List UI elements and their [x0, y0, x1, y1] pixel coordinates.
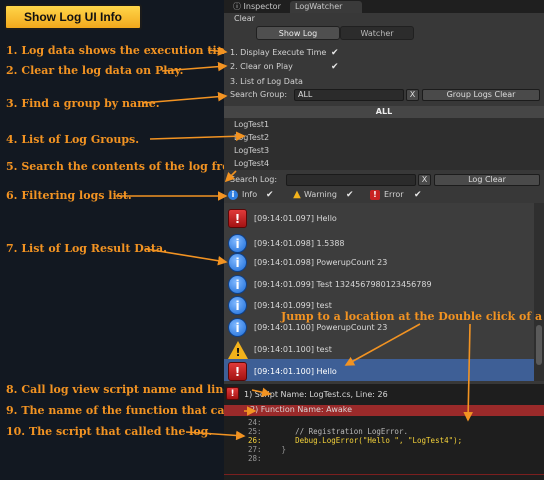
info-filter-checkbox[interactable]: ✔ [266, 191, 275, 200]
annotation-10: 10. The script that called the log. [6, 425, 213, 438]
log-filter-bar: i Info ✔ ▲ Warning ✔ ! Error ✔ [224, 189, 544, 202]
warning-icon: ! [228, 341, 248, 359]
error-icon: ! [226, 387, 239, 400]
code-line-source: } [268, 445, 287, 454]
option-list-of-log-data: 3. List of Log Data [230, 76, 303, 88]
error-icon: ! [228, 209, 247, 228]
info-icon: i [228, 296, 247, 315]
clear-on-play-checkbox[interactable]: ✔ [331, 63, 340, 72]
option-clear-on-play: 2. Clear on Play [230, 61, 293, 73]
search-group-clear-x[interactable]: X [406, 89, 419, 101]
annotation-4: 4. List of Log Groups. [6, 133, 140, 146]
code-line-number: 25: [248, 427, 262, 436]
group-item[interactable]: LogTest4 [234, 158, 269, 170]
tab-inspector[interactable]: ⓘ Inspector [228, 1, 286, 13]
log-result-list: ! [09:14:01.097] Hello i [09:14:01.098] … [224, 203, 544, 381]
annotation-3: 3. Find a group by name. [6, 97, 160, 110]
search-group-input[interactable]: ALL [294, 89, 404, 101]
code-line-source: // Registration LogError. [268, 427, 408, 436]
list-of-log-data-label: 3. List of Log Data [230, 77, 303, 86]
group-item[interactable]: LogTest3 [234, 145, 269, 157]
info-filter-icon: i [228, 190, 238, 200]
code-line-number: 28: [248, 454, 262, 463]
tab-inspector-label: Inspector [243, 2, 281, 11]
mode-toggle: Show Log Watcher [224, 26, 544, 42]
log-row-selected[interactable]: ! [09:14:01.100] Hello [224, 359, 534, 381]
info-icon: i [228, 318, 247, 337]
info-icon: i [228, 253, 247, 272]
code-line-number: 24: [248, 418, 262, 427]
search-log-clear-x[interactable]: X [418, 174, 431, 186]
display-execute-time-checkbox[interactable]: ✔ [331, 49, 340, 58]
log-watcher-window: ⓘ Inspector LogWatcher Clear Show Log Wa… [224, 0, 544, 480]
annotation-1: 1. Log data shows the execution time. [6, 44, 240, 57]
search-log-input[interactable] [286, 174, 416, 186]
show-log-button[interactable]: Show Log [256, 26, 340, 40]
log-list-scrollbar[interactable] [534, 203, 544, 381]
annotation-6: 6. Filtering logs list. [6, 189, 132, 202]
group-item[interactable]: LogTest1 [234, 119, 269, 131]
error-filter-icon: ! [370, 190, 380, 200]
search-log-label: Search Log: [230, 175, 278, 184]
display-execute-time-label: 1. Display Execute Time [230, 48, 327, 57]
screenshot-stage: Show Log UI Info 1. Log data shows the e… [0, 0, 544, 480]
badge-title: Show Log UI Info [24, 10, 122, 24]
error-icon: ! [228, 362, 247, 381]
log-row[interactable]: ! [09:14:01.097] Hello [224, 206, 534, 231]
function-name-line: 2) Function Name: Awake [250, 405, 353, 414]
clear-on-play-label: 2. Clear on Play [230, 62, 293, 71]
error-filter-label: Error [384, 190, 404, 199]
warning-filter-icon: ▲ [293, 189, 301, 200]
error-filter-checkbox[interactable]: ✔ [414, 191, 423, 200]
code-line-number-highlighted: 26: [248, 436, 262, 445]
log-detail-pane: ! 1) Script Name: LogTest.cs, Line: 26 2… [224, 384, 544, 480]
group-list-header[interactable]: ALL [224, 106, 544, 118]
code-line-number: 27: [248, 445, 262, 454]
log-row-text: [09:14:01.097] Hello [254, 214, 337, 223]
scrollbar-thumb[interactable] [536, 325, 542, 365]
annotation-7: 7. List of Log Result Data. [6, 242, 167, 255]
info-icon: ⓘ [233, 2, 241, 11]
annotation-2: 2. Clear the log data on Play. [6, 64, 184, 77]
group-item[interactable]: LogTest2 [234, 132, 269, 144]
code-line-source-highlighted[interactable]: Debug.LogError("Hello ", "LogTest4"); [268, 436, 462, 445]
warning-filter-checkbox[interactable]: ✔ [346, 191, 355, 200]
watcher-button[interactable]: Watcher [340, 26, 414, 40]
tab-logwatcher[interactable]: LogWatcher [290, 1, 362, 13]
divider [224, 474, 544, 475]
warning-filter-label: Warning [304, 190, 337, 199]
log-row-text: [09:14:01.100] Hello [254, 367, 337, 376]
group-logs-clear-button[interactable]: Group Logs Clear [422, 89, 540, 101]
group-list: LogTest1 LogTest2 LogTest3 LogTest4 [224, 118, 544, 170]
jump-note: Jump to a location at the Double click o… [281, 310, 544, 323]
info-icon: i [228, 275, 247, 294]
clear-menu[interactable]: Clear [234, 14, 255, 24]
editor-tab-bar: ⓘ Inspector LogWatcher [224, 0, 544, 13]
option-display-execute-time: 1. Display Execute Time [230, 47, 326, 59]
title-badge: Show Log UI Info [4, 4, 142, 30]
info-filter-label: Info [242, 190, 258, 199]
script-name-line[interactable]: 1) Script Name: LogTest.cs, Line: 26 [244, 389, 388, 401]
log-clear-button[interactable]: Log Clear [434, 174, 540, 186]
search-group-label: Search Group: [230, 90, 288, 99]
